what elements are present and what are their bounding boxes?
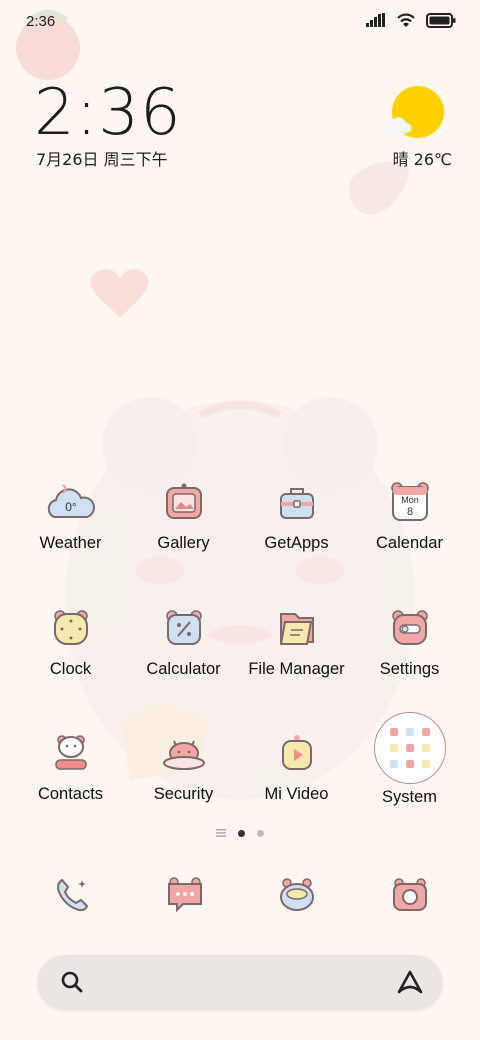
app-label: Weather <box>39 534 102 552</box>
status-time: 2:36 <box>26 13 56 30</box>
system-folder-icon <box>373 712 446 784</box>
app-calendar[interactable]: Mon 8 Calendar <box>353 474 466 553</box>
dock-camera[interactable] <box>380 868 440 920</box>
app-mi-video[interactable]: Mi Video <box>240 725 353 804</box>
weather-text: 晴 26℃ <box>392 150 452 169</box>
calendar-icon-date: 8 <box>406 506 412 518</box>
app-label: System <box>381 788 437 806</box>
app-label: Security <box>153 785 214 803</box>
battery-icon <box>426 12 456 28</box>
settings-icon <box>382 600 438 656</box>
clock-widget-time[interactable]: 2:36 <box>34 76 182 150</box>
wifi-icon <box>397 13 415 27</box>
app-getapps[interactable]: GetApps <box>240 474 353 553</box>
weather-icon-temp: 0° <box>65 500 77 514</box>
calculator-icon <box>156 600 212 656</box>
app-contacts[interactable]: Contacts <box>14 725 127 804</box>
dock-browser[interactable] <box>267 868 327 920</box>
search-bar[interactable] <box>38 955 442 1009</box>
browser-icon <box>280 878 314 911</box>
app-label: Gallery <box>157 534 210 552</box>
weather-widget[interactable]: 晴 26℃ <box>386 82 452 172</box>
assistant-icon[interactable] <box>396 968 424 996</box>
status-bar: 2:36 <box>0 0 480 40</box>
app-weather[interactable]: 0° Weather <box>14 474 127 553</box>
app-file-manager[interactable]: File Manager <box>240 600 353 679</box>
app-settings[interactable]: Settings <box>353 600 466 679</box>
app-label: Mi Video <box>264 785 329 803</box>
status-icons <box>366 12 456 28</box>
messages-icon <box>168 877 202 913</box>
app-clock[interactable]: Clock <box>14 600 127 679</box>
security-icon <box>156 725 212 781</box>
page-dot-active <box>238 829 245 837</box>
clock-widget-date[interactable]: 7月26日 周三下午 <box>36 146 168 170</box>
menu-lines-icon <box>216 829 226 837</box>
dock-messages[interactable] <box>155 868 215 920</box>
camera-icon <box>393 878 427 911</box>
app-label: File Manager <box>248 660 345 678</box>
app-label: Clock <box>49 660 92 678</box>
contacts-icon <box>43 725 99 781</box>
app-label: Contacts <box>37 785 104 803</box>
gallery-icon <box>156 474 212 530</box>
mi-video-icon <box>269 725 325 781</box>
weather-icon: 0° <box>43 474 99 530</box>
calendar-icon-day: Mon <box>401 495 419 505</box>
page-dot <box>257 829 264 837</box>
page-indicator[interactable] <box>0 829 480 837</box>
cloud-icon <box>386 117 412 133</box>
app-label: Calendar <box>376 534 443 552</box>
app-security[interactable]: Security <box>127 725 240 804</box>
file-manager-icon <box>269 600 325 656</box>
app-gallery[interactable]: Gallery <box>127 474 240 553</box>
getapps-icon <box>269 474 325 530</box>
app-system-folder[interactable]: System <box>353 712 466 807</box>
app-label: Calculator <box>146 660 221 678</box>
signal-icon <box>366 13 385 27</box>
app-label: Settings <box>379 660 440 678</box>
search-icon[interactable] <box>60 970 84 994</box>
calendar-icon: Mon 8 <box>382 474 438 530</box>
phone-icon <box>57 878 89 912</box>
clock-icon <box>43 600 99 656</box>
app-calculator[interactable]: Calculator <box>127 600 240 679</box>
dock-phone[interactable] <box>42 868 102 920</box>
app-label: GetApps <box>264 534 329 552</box>
